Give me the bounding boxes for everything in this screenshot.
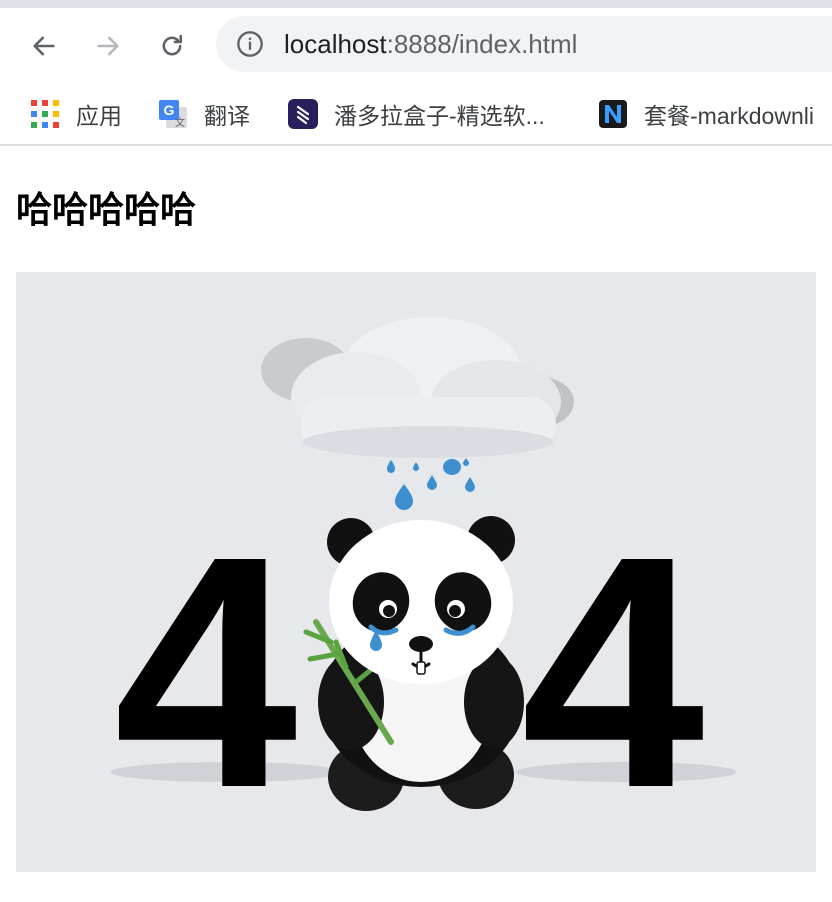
panda-figure [303,516,524,811]
arrow-left-icon [33,36,55,56]
bookmark-label: 潘多拉盒子-精选软... [334,103,545,129]
error-404-image: 4 4 [16,272,816,872]
url-path: :8888/index.html [386,29,578,59]
bookmark-translate[interactable]: G 文 翻译 [158,94,250,134]
bookmark-markdown[interactable]: 套餐-markdownli [598,94,814,134]
svg-text:文: 文 [175,116,185,129]
address-bar[interactable]: localhost:8888/index.html [216,16,832,72]
svg-text:G: G [164,102,175,118]
bookmark-label: 应用 [76,103,122,129]
google-translate-icon: G 文 [159,100,187,129]
address-url[interactable]: localhost:8888/index.html [284,30,577,58]
bookmarks-bar: 应用 G 文 翻译 潘多拉盒子-精选软... 套餐-markdownli [0,86,832,144]
panda-illustration [261,317,574,811]
reload-icon [162,34,183,56]
info-icon[interactable] [236,30,264,58]
bookmark-apps[interactable]: 应用 [30,94,122,134]
url-host: localhost [284,29,387,59]
apps-grid-icon [31,100,59,128]
n-logo-icon [599,100,627,128]
browser-toolbar: localhost:8888/index.html [0,8,832,86]
bookmark-pandora[interactable]: 潘多拉盒子-精选软... [288,94,545,134]
back-button[interactable] [24,26,64,66]
bookmark-label: 套餐-markdownli [644,103,814,129]
raindrops [387,458,475,510]
arrow-right-icon [97,36,119,56]
reload-button[interactable] [152,26,192,66]
page-heading: 哈哈哈哈哈 [16,189,197,230]
rain-cloud-icon [261,317,574,458]
forward-button[interactable] [88,26,128,66]
pandora-box-icon [288,99,318,129]
toolbar-divider [0,144,832,146]
window-top-strip [0,0,832,8]
bookmark-label: 翻译 [204,103,250,129]
